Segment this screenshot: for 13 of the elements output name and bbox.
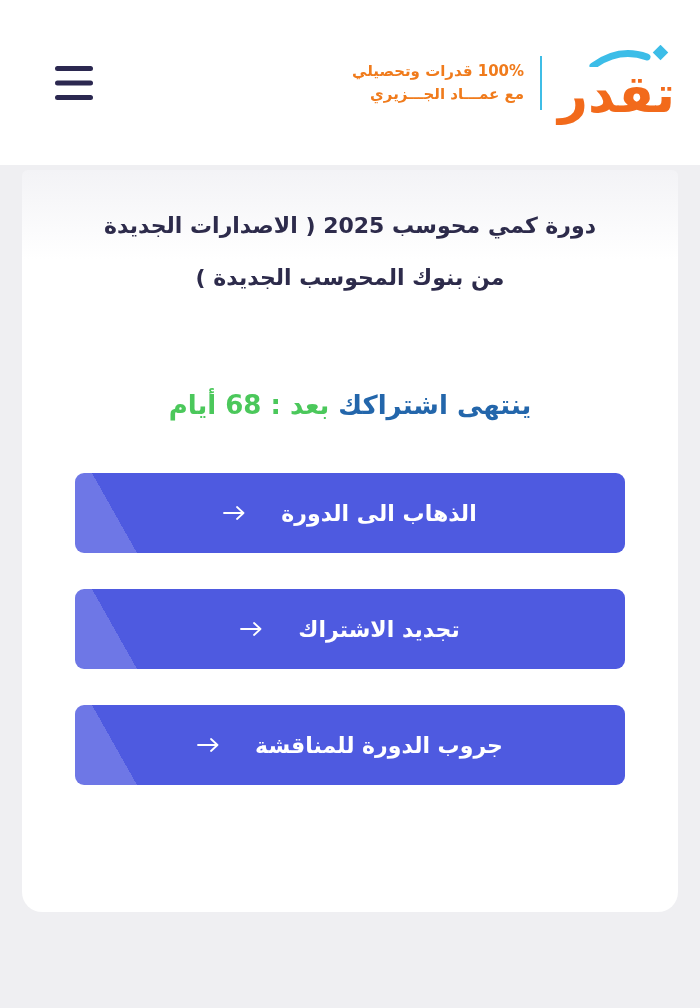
expiry-countdown: بعد : 68 أيام bbox=[168, 387, 330, 423]
arrow-icon bbox=[240, 622, 263, 636]
arrow-icon bbox=[223, 506, 246, 520]
arrow-icon bbox=[197, 738, 220, 752]
menu-button[interactable] bbox=[55, 65, 93, 100]
action-button[interactable]: تجديد الاشتراك bbox=[75, 589, 625, 669]
logo-tagline: مع عمـــاد الجـــزيري bbox=[370, 83, 525, 106]
course-title: دورة كمي محوسب 2025 ( الاصدارات الجديدة من بنوك المحوسب الجديدة ) bbox=[103, 212, 597, 293]
action-button[interactable]: الذهاب الى الدورة bbox=[75, 473, 625, 553]
expiry-label: ينتهى اشتراكك bbox=[338, 389, 532, 423]
logo-tagline: 100% قدرات وتحصيلي bbox=[351, 60, 525, 82]
action-button[interactable]: جروب الدورة للمناقشة bbox=[75, 705, 625, 785]
menu-icon bbox=[55, 65, 93, 100]
